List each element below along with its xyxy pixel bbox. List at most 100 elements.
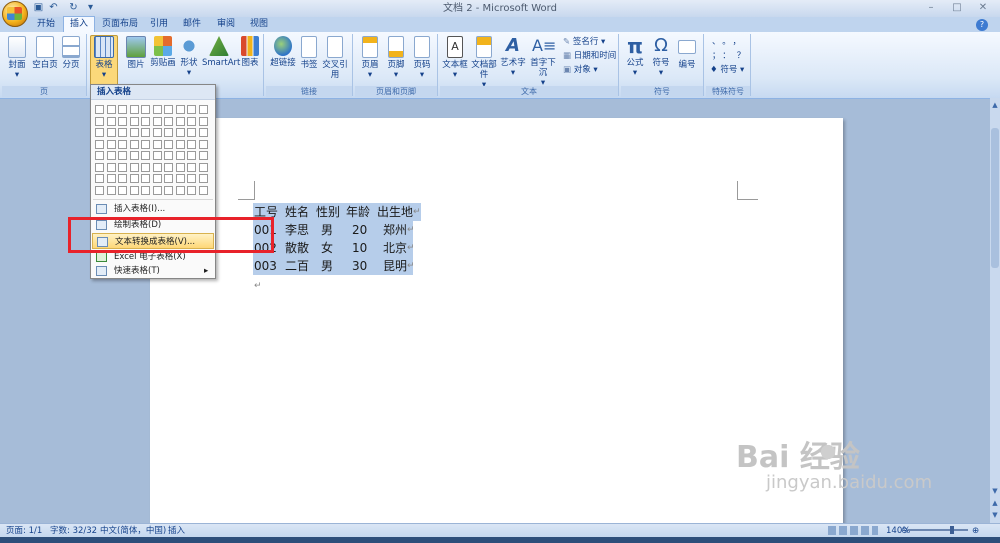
grid-cell[interactable] bbox=[198, 174, 208, 183]
grid-cell[interactable] bbox=[152, 105, 162, 114]
grid-cell[interactable] bbox=[106, 139, 116, 149]
grid-cell[interactable] bbox=[164, 128, 173, 137]
table-cell[interactable]: 姓名 bbox=[285, 203, 309, 221]
grid-cell[interactable] bbox=[95, 105, 104, 114]
scroll-thumb[interactable] bbox=[991, 128, 999, 268]
next-page-icon[interactable]: ▼ bbox=[990, 510, 1000, 520]
grid-cell[interactable] bbox=[106, 185, 116, 195]
bookmark-button[interactable]: 书签 bbox=[298, 36, 320, 70]
grid-cell[interactable] bbox=[118, 162, 127, 172]
table-cell[interactable]: 李思 bbox=[285, 221, 309, 239]
grid-cell[interactable] bbox=[129, 162, 139, 172]
grid-cell[interactable] bbox=[152, 162, 162, 172]
grid-cell[interactable] bbox=[141, 116, 150, 126]
wordart-button[interactable]: A 艺术字 ▾ bbox=[500, 36, 526, 79]
grid-cell[interactable] bbox=[106, 128, 116, 137]
grid-cell[interactable] bbox=[164, 139, 173, 149]
status-words[interactable]: 字数: 32/32 bbox=[50, 524, 97, 538]
chart-button[interactable]: 图表 bbox=[238, 36, 262, 68]
grid-cell[interactable] bbox=[106, 151, 116, 160]
status-mode[interactable]: 插入 bbox=[168, 524, 185, 538]
quick-parts-button[interactable]: 文档部件 ▾ bbox=[469, 36, 499, 90]
grid-cell[interactable] bbox=[129, 139, 139, 149]
tab-insert[interactable]: 插入 bbox=[63, 16, 95, 33]
page-number-button[interactable]: 页码 ▾ bbox=[410, 36, 434, 80]
special-symbols-row-2[interactable]: ；：？ bbox=[712, 51, 748, 62]
tab-review[interactable]: 审阅 bbox=[211, 17, 241, 32]
table-cell[interactable]: 散散 bbox=[285, 239, 309, 257]
grid-cell[interactable] bbox=[198, 151, 208, 160]
grid-cell[interactable] bbox=[106, 174, 116, 183]
grid-cell[interactable] bbox=[118, 185, 127, 195]
grid-cell[interactable] bbox=[152, 185, 162, 195]
close-button[interactable]: ✕ bbox=[970, 1, 996, 15]
grid-cell[interactable] bbox=[175, 162, 185, 172]
numbering-button[interactable]: 编号 bbox=[675, 36, 699, 70]
grid-cell[interactable] bbox=[198, 185, 208, 195]
grid-cell[interactable] bbox=[152, 174, 162, 183]
grid-cell[interactable] bbox=[141, 185, 150, 195]
scroll-up-icon[interactable]: ▲ bbox=[990, 100, 1000, 110]
tab-view[interactable]: 视图 bbox=[244, 17, 274, 32]
status-language[interactable]: 中文(简体，中国) bbox=[100, 524, 166, 538]
table-cell[interactable]: 003 bbox=[254, 257, 277, 275]
grid-cell[interactable] bbox=[129, 185, 139, 195]
grid-cell[interactable] bbox=[95, 185, 104, 195]
quick-tables-item[interactable]: 快速表格(T) ▸ bbox=[92, 263, 214, 279]
view-buttons[interactable] bbox=[828, 526, 878, 535]
grid-cell[interactable] bbox=[187, 116, 196, 126]
grid-cell[interactable] bbox=[118, 174, 127, 183]
page-break-button[interactable]: 分页 bbox=[60, 36, 82, 70]
footer-button[interactable]: 页脚 ▾ bbox=[384, 36, 408, 80]
undo-icon[interactable]: ↶ bbox=[47, 2, 60, 14]
grid-cell[interactable] bbox=[175, 174, 185, 183]
grid-cell[interactable] bbox=[118, 116, 127, 126]
grid-cell[interactable] bbox=[118, 128, 127, 137]
table-cell[interactable]: 二百 bbox=[285, 257, 309, 275]
grid-cell[interactable] bbox=[129, 105, 139, 114]
status-page[interactable]: 页面: 1/1 bbox=[6, 524, 42, 538]
grid-cell[interactable] bbox=[152, 128, 162, 137]
equation-button[interactable]: π 公式 ▾ bbox=[623, 36, 647, 78]
grid-cell[interactable] bbox=[175, 139, 185, 149]
tab-home[interactable]: 开始 bbox=[30, 17, 62, 32]
text-box-button[interactable]: A 文本框 ▾ bbox=[442, 36, 468, 80]
smartart-button[interactable]: SmartArt bbox=[202, 36, 240, 68]
clip-art-button[interactable]: 剪贴画 bbox=[150, 36, 176, 68]
blank-page-button[interactable]: 空白页 bbox=[31, 36, 59, 70]
grid-cell[interactable] bbox=[175, 185, 185, 195]
help-icon[interactable]: ? bbox=[976, 19, 988, 31]
signature-line-button[interactable]: ✎ 签名行 ▾ bbox=[563, 37, 605, 48]
grid-cell[interactable] bbox=[141, 162, 150, 172]
table-cell[interactable]: 20 bbox=[352, 221, 367, 239]
grid-cell[interactable] bbox=[198, 162, 208, 172]
save-icon[interactable]: ▣ bbox=[32, 2, 45, 14]
grid-cell[interactable] bbox=[129, 174, 139, 183]
grid-cell[interactable] bbox=[152, 151, 162, 160]
shapes-button[interactable]: 形状 ▾ bbox=[178, 36, 200, 78]
grid-cell[interactable] bbox=[106, 162, 116, 172]
grid-cell[interactable] bbox=[164, 151, 173, 160]
grid-cell[interactable] bbox=[187, 151, 196, 160]
table-cell[interactable]: 男 bbox=[321, 221, 333, 239]
table-size-grid[interactable] bbox=[95, 105, 211, 197]
prev-page-icon[interactable]: ▲ bbox=[990, 498, 1000, 508]
grid-cell[interactable] bbox=[106, 105, 116, 114]
table-cell[interactable]: 30 bbox=[352, 257, 367, 275]
grid-cell[interactable] bbox=[152, 139, 162, 149]
scroll-down-icon[interactable]: ▼ bbox=[990, 486, 1000, 496]
zoom-in-icon[interactable]: ⊕ bbox=[972, 524, 979, 538]
zoom-out-icon[interactable]: ⊖ bbox=[901, 524, 908, 538]
grid-cell[interactable] bbox=[187, 139, 196, 149]
symbol-button[interactable]: Ω 符号 ▾ bbox=[649, 36, 673, 79]
hyperlink-button[interactable]: 超链接 bbox=[270, 36, 296, 68]
insert-table-item[interactable]: 插入表格(I)... bbox=[92, 201, 214, 217]
cross-reference-button[interactable]: 交叉引用 bbox=[322, 36, 348, 80]
grid-cell[interactable] bbox=[118, 105, 127, 114]
drop-cap-button[interactable]: A≡ 首字下沉 ▾ bbox=[527, 36, 559, 88]
grid-cell[interactable] bbox=[129, 116, 139, 126]
more-symbols-button[interactable]: ♦ 符号 ▾ bbox=[710, 65, 744, 76]
grid-cell[interactable] bbox=[141, 128, 150, 137]
office-button[interactable] bbox=[2, 1, 28, 27]
grid-cell[interactable] bbox=[198, 105, 208, 114]
